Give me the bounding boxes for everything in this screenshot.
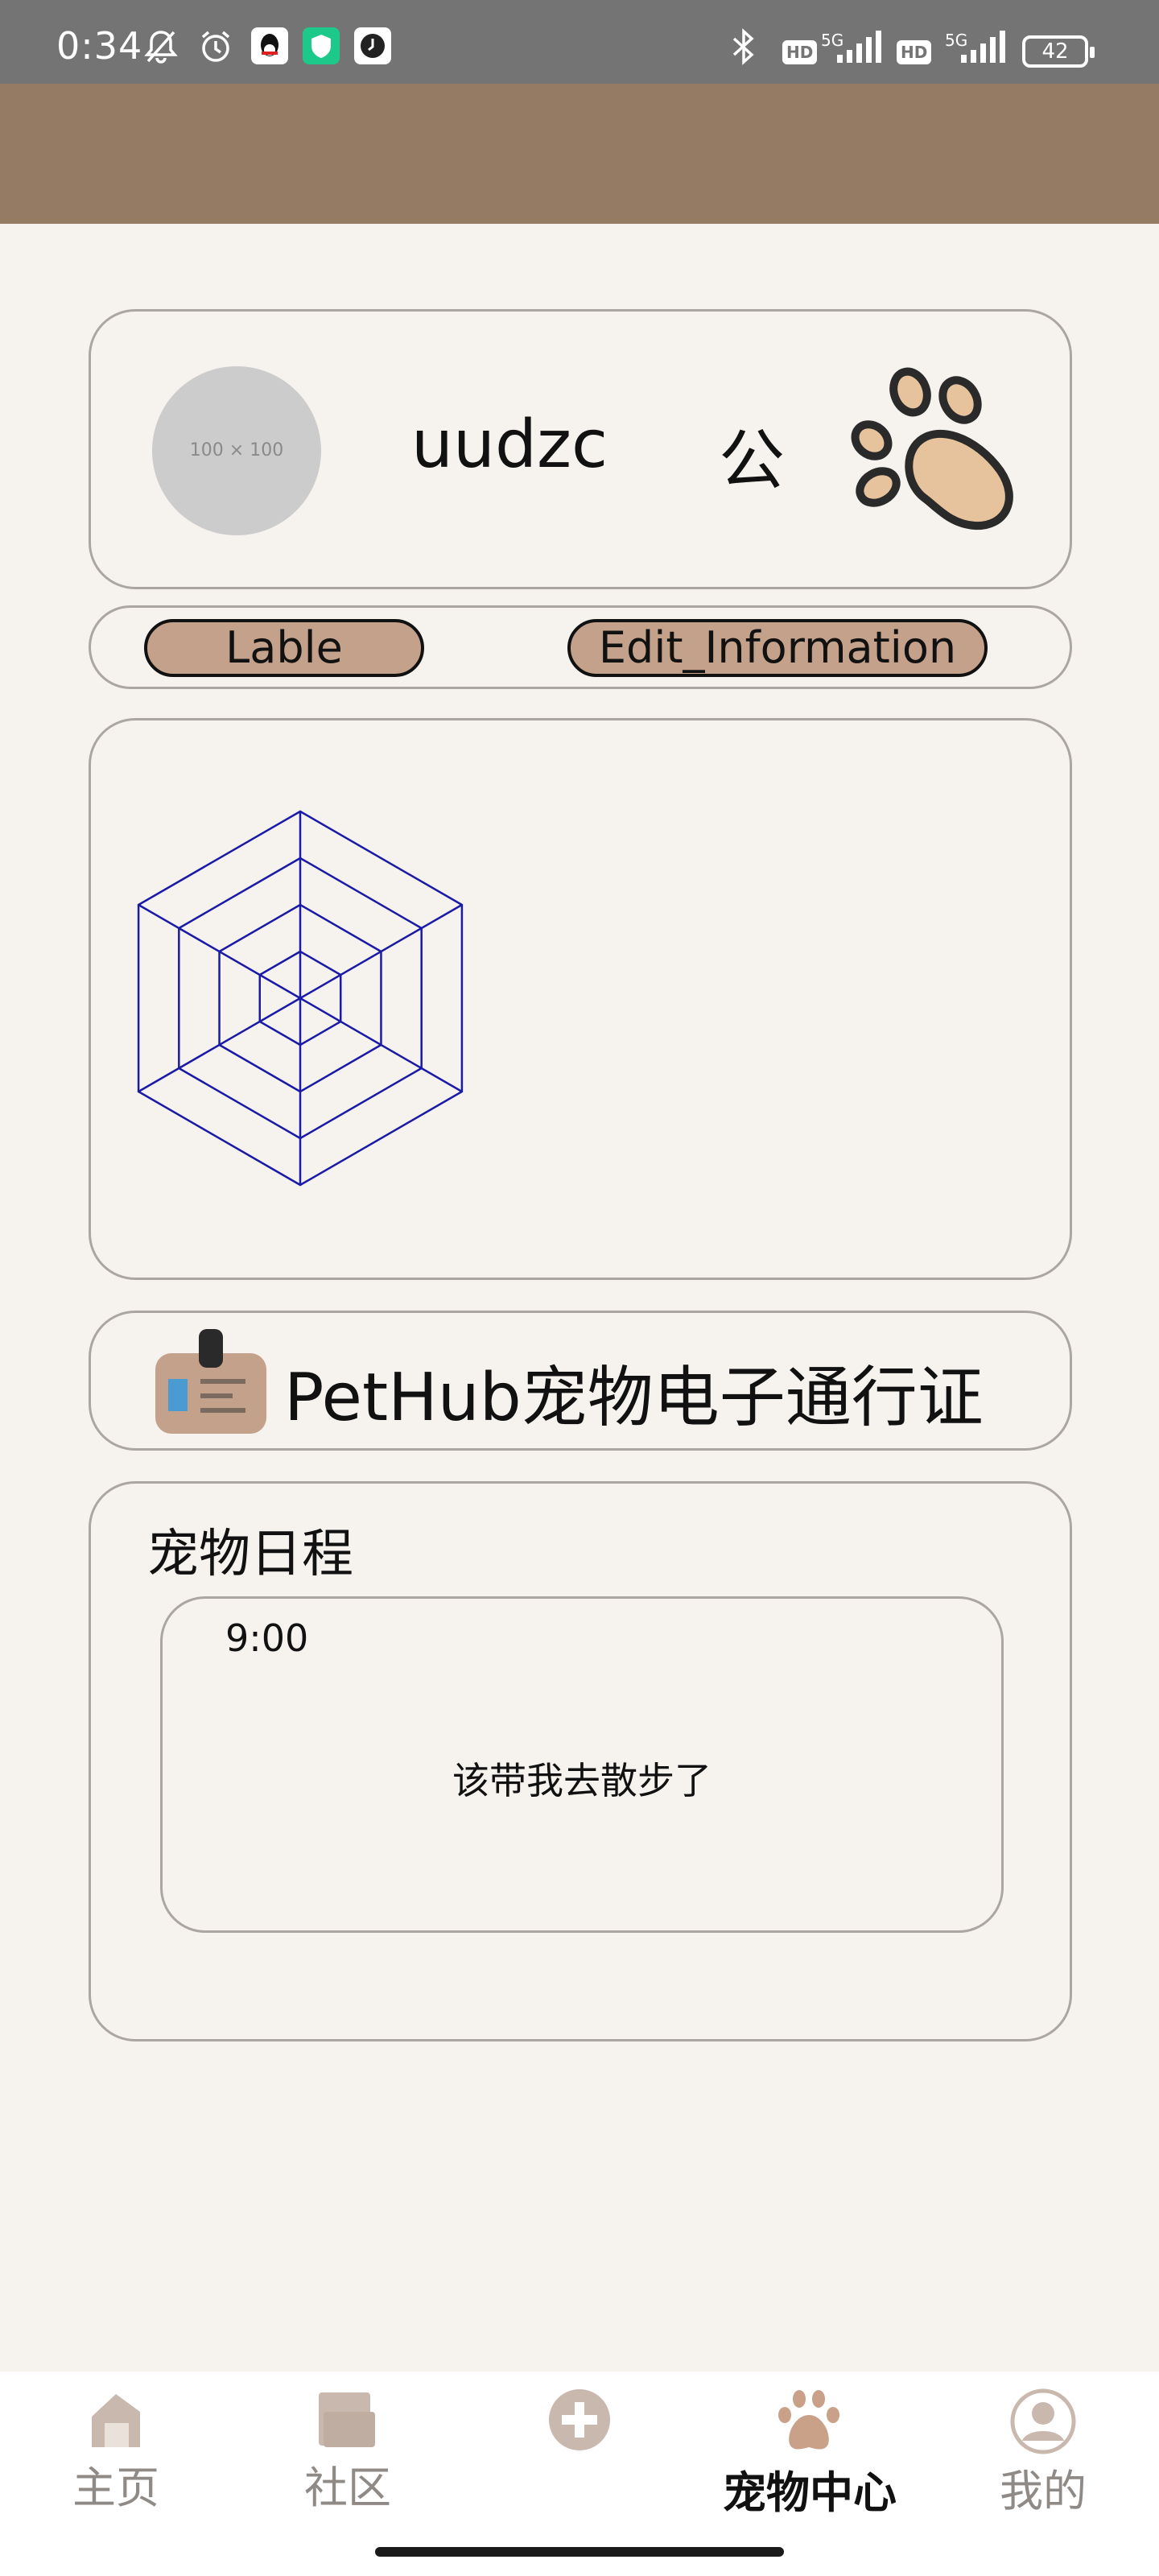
home-icon — [92, 2394, 140, 2447]
mute-icon — [142, 27, 180, 69]
nav-label-me: 我的 — [1000, 2466, 1087, 2516]
nav-label-pet-center: 宠物中心 — [723, 2467, 897, 2518]
radar-chart — [137, 810, 464, 1187]
battery-indicator: 42 — [1022, 35, 1095, 68]
schedule-title: 宠物日程 — [147, 1525, 353, 1584]
folder-icon — [319, 2392, 375, 2447]
schedule-text: 该带我去散步了 — [452, 1759, 711, 1802]
bluetooth-icon — [729, 27, 758, 69]
id-badge-icon — [152, 1326, 270, 1442]
pet-avatar[interactable]: 100 × 100 — [152, 366, 321, 535]
alarm-icon — [196, 27, 235, 69]
qq-icon — [251, 27, 288, 68]
nav-item-home[interactable]: 主页 — [35, 2388, 196, 2549]
action-bar-card: Lable Edit_Information — [89, 605, 1072, 689]
schedule-time: 9:00 — [225, 1616, 309, 1660]
security-app-icon — [303, 27, 340, 68]
hd-badge: HD — [782, 40, 818, 64]
pet-name: uudzc — [411, 407, 608, 483]
nav-label-home: 主页 — [72, 2462, 159, 2513]
header-banner — [0, 84, 1159, 224]
pet-gender: 公 — [719, 423, 786, 499]
paw-icon — [848, 366, 1025, 547]
pet-pass-title: PetHub宠物电子通行证 — [284, 1360, 984, 1436]
user-icon — [1010, 2388, 1076, 2454]
nav-item-add[interactable] — [499, 2388, 660, 2549]
schedule-item[interactable]: 9:00 该带我去散步了 — [160, 1596, 1004, 1933]
pet-profile-card: 100 × 100 uudzc 公 — [89, 309, 1072, 589]
label-button[interactable]: Lable — [144, 619, 424, 677]
nav-item-pet-center[interactable]: 宠物中心 — [697, 2388, 922, 2549]
home-indicator — [375, 2547, 784, 2557]
signal-icon — [835, 27, 887, 69]
nav-label-community: 社区 — [304, 2462, 391, 2513]
signal-icon-2 — [959, 27, 1011, 69]
pet-schedule-card: 宠物日程 9:00 该带我去散步了 — [89, 1481, 1072, 2041]
nav-item-community[interactable]: 社区 — [267, 2388, 428, 2549]
edit-information-button[interactable]: Edit_Information — [567, 619, 988, 677]
nav-item-me[interactable]: 我的 — [963, 2388, 1124, 2549]
pet-pass-card[interactable]: PetHub宠物电子通行证 — [89, 1311, 1072, 1451]
status-time: 0:34 — [56, 24, 143, 68]
bottom-navigation: 主页 社区 宠物中心 我的 — [0, 2372, 1159, 2576]
status-bar: 0:34 HD 5G HD 5G 42 — [0, 0, 1159, 84]
ability-chart-card — [89, 718, 1072, 1280]
plus-circle-icon — [549, 2389, 610, 2450]
paw-icon — [778, 2390, 839, 2450]
hd-badge-2: HD — [897, 40, 932, 64]
clock-app-icon — [354, 27, 391, 68]
